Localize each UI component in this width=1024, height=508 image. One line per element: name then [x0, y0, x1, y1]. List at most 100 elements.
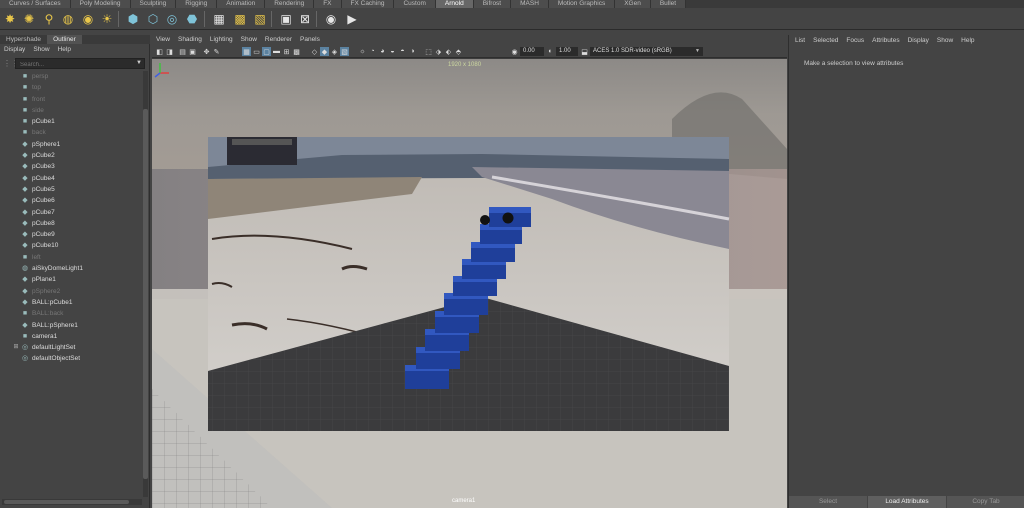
use-lights-icon[interactable]: ☼ — [358, 47, 367, 56]
viewport-canvas[interactable]: 1920 x 1080 camera1 — [152, 59, 787, 508]
outliner-vertical-scrollbar[interactable] — [143, 71, 148, 497]
camera-attrs-icon[interactable]: ◨ — [165, 47, 174, 56]
shadows-icon[interactable]: ◔ — [368, 47, 377, 56]
list-item[interactable]: ■ left — [0, 252, 142, 263]
shelf-tab-animation[interactable]: Animation — [217, 0, 266, 8]
gamma-field[interactable]: 1.00 — [556, 47, 578, 56]
bookmark-icon[interactable]: ▤ — [178, 47, 187, 56]
shelf-tab-sculpting[interactable]: Sculpting — [130, 0, 177, 8]
shelf-tab-fx[interactable]: FX — [314, 0, 342, 8]
arnold-render-icon[interactable]: ▣ — [277, 10, 295, 28]
tx-manager-icon[interactable]: ▩ — [231, 10, 249, 28]
xray-active-icon[interactable]: ⬘ — [454, 47, 463, 56]
expand-icon[interactable]: ⊞ — [12, 342, 20, 353]
isolate-icon[interactable]: ⬚ — [424, 47, 433, 56]
textured-icon[interactable]: ▧ — [340, 47, 349, 56]
copy-tab-button[interactable]: Copy Tab — [947, 496, 1024, 508]
license-icon[interactable]: ▧ — [251, 10, 269, 28]
outliner-search-input[interactable] — [16, 60, 131, 70]
load-attributes-button[interactable]: Load Attributes — [868, 496, 946, 508]
outliner-horizontal-scrollbar[interactable] — [2, 499, 142, 505]
list-item[interactable]: ◆ BALL:pSphere1 — [0, 320, 142, 331]
list-item[interactable]: ◆ pCube8 — [0, 218, 142, 229]
physical-sky-icon[interactable]: ☀ — [98, 10, 116, 28]
grease-pencil-icon[interactable]: ✎ — [212, 47, 221, 56]
attribute-menu-help[interactable]: Help — [957, 36, 978, 46]
viewport-menu-show[interactable]: Show — [237, 35, 261, 45]
attribute-menu-display[interactable]: Display — [904, 36, 933, 46]
viewport-menu-renderer[interactable]: Renderer — [261, 35, 296, 45]
outliner-menu-help[interactable]: Help — [54, 45, 75, 55]
list-item[interactable]: ■ persp — [0, 71, 142, 82]
list-item[interactable]: ◆ BALL:pCube1 — [0, 297, 142, 308]
list-item[interactable]: ◎ defaultObjectSet — [0, 353, 142, 364]
shelf-tab-fx-caching[interactable]: FX Caching — [341, 0, 395, 8]
list-item[interactable]: ◆ pPlane1 — [0, 274, 142, 285]
flush-cache-icon[interactable]: ▦ — [210, 10, 228, 28]
wireframe-icon[interactable]: ◇ — [310, 47, 319, 56]
list-item[interactable]: ⊞ ◎ defaultLightSet — [0, 342, 142, 353]
list-item[interactable]: ◆ pSphere1 — [0, 139, 142, 150]
list-item[interactable]: ■ back — [0, 127, 142, 138]
image-plane-icon[interactable]: ▣ — [188, 47, 197, 56]
gamma-icon[interactable]: ◐ — [546, 47, 555, 56]
arnold-ipr-icon[interactable]: ⊠ — [296, 10, 314, 28]
resolution-gate-icon[interactable]: ▢ — [262, 47, 271, 56]
xray-icon[interactable]: ⬗ — [434, 47, 443, 56]
select-button[interactable]: Select — [789, 496, 867, 508]
spot-light-icon[interactable]: ⚲ — [40, 10, 58, 28]
ambient-occlusion-icon[interactable]: ◕ — [378, 47, 387, 56]
2d-pan-icon[interactable]: ✥ — [202, 47, 211, 56]
list-item[interactable]: ◆ pCube9 — [0, 229, 142, 240]
viewport-menu-shading[interactable]: Shading — [174, 35, 206, 45]
xray-joints-icon[interactable]: ⬖ — [444, 47, 453, 56]
shelf-tab-xgen[interactable]: XGen — [615, 0, 651, 8]
volume-icon[interactable]: ◎ — [163, 10, 181, 28]
motion-blur-icon[interactable]: ◒ — [388, 47, 397, 56]
default-material-icon[interactable]: ◈ — [330, 47, 339, 56]
attribute-menu-selected[interactable]: Selected — [809, 36, 842, 46]
playblast-icon[interactable]: ▶ — [343, 10, 361, 28]
list-item[interactable]: ◆ pCube4 — [0, 173, 142, 184]
viewport-menu-panels[interactable]: Panels — [296, 35, 324, 45]
attribute-menu-attributes[interactable]: Attributes — [868, 36, 903, 46]
chevron-down-icon[interactable]: ▼ — [136, 60, 142, 66]
attribute-menu-show[interactable]: Show — [933, 36, 957, 46]
safe-action-icon[interactable]: ▩ — [292, 47, 301, 56]
mesh-light-icon[interactable]: ✺ — [20, 10, 38, 28]
shader-ball-icon[interactable]: ⬣ — [183, 10, 201, 28]
render-view-icon[interactable]: ◉ — [322, 10, 340, 28]
list-item[interactable]: ■ pCube1 — [0, 116, 142, 127]
outliner-menu-show[interactable]: Show — [29, 45, 53, 55]
outliner-menu-display[interactable]: Display — [0, 45, 29, 55]
export-standin-icon[interactable]: ⬡ — [144, 10, 162, 28]
shelf-tab-poly-modeling[interactable]: Poly Modeling — [70, 0, 131, 8]
depth-of-field-icon[interactable]: ◑ — [408, 47, 417, 56]
list-item[interactable]: ■ camera1 — [0, 331, 142, 342]
shelf-tab-curves-surfaces[interactable]: Curves / Surfaces — [0, 0, 71, 8]
standin-icon[interactable]: ⬢ — [124, 10, 142, 28]
list-item[interactable]: ◆ pCube10 — [0, 240, 142, 251]
list-item[interactable]: ◆ pCube2 — [0, 150, 142, 161]
smooth-shade-icon[interactable]: ◆ — [320, 47, 329, 56]
shelf-tab-bullet[interactable]: Bullet — [650, 0, 687, 8]
area-light-icon[interactable]: ✸ — [1, 10, 19, 28]
outliner-horizontal-scroll-thumb[interactable] — [4, 500, 129, 504]
shelf-tab-motion-graphics[interactable]: Motion Graphics — [548, 0, 616, 8]
exposure-field[interactable]: 0.00 — [520, 47, 544, 56]
list-item[interactable]: ◆ pCube5 — [0, 184, 142, 195]
gate-mask-icon[interactable]: ▬ — [272, 47, 281, 56]
anti-aliasing-icon[interactable]: ◓ — [398, 47, 407, 56]
list-item[interactable]: ◆ pCube3 — [0, 161, 142, 172]
color-management-icon[interactable]: ⬓ — [580, 47, 589, 56]
tab-outliner[interactable]: Outliner — [47, 35, 82, 44]
shelf-tab-bifrost[interactable]: Bifrost — [473, 0, 512, 8]
viewport-menu-view[interactable]: View — [152, 35, 174, 45]
shelf-tab-mash[interactable]: MASH — [511, 0, 549, 8]
viewport-menu-lighting[interactable]: Lighting — [206, 35, 237, 45]
shelf-tab-rigging[interactable]: Rigging — [176, 0, 218, 8]
outliner-vertical-scroll-thumb[interactable] — [143, 109, 148, 479]
film-gate-icon[interactable]: ▭ — [252, 47, 261, 56]
list-item[interactable]: ■ top — [0, 82, 142, 93]
list-item[interactable]: ◆ pCube7 — [0, 207, 142, 218]
